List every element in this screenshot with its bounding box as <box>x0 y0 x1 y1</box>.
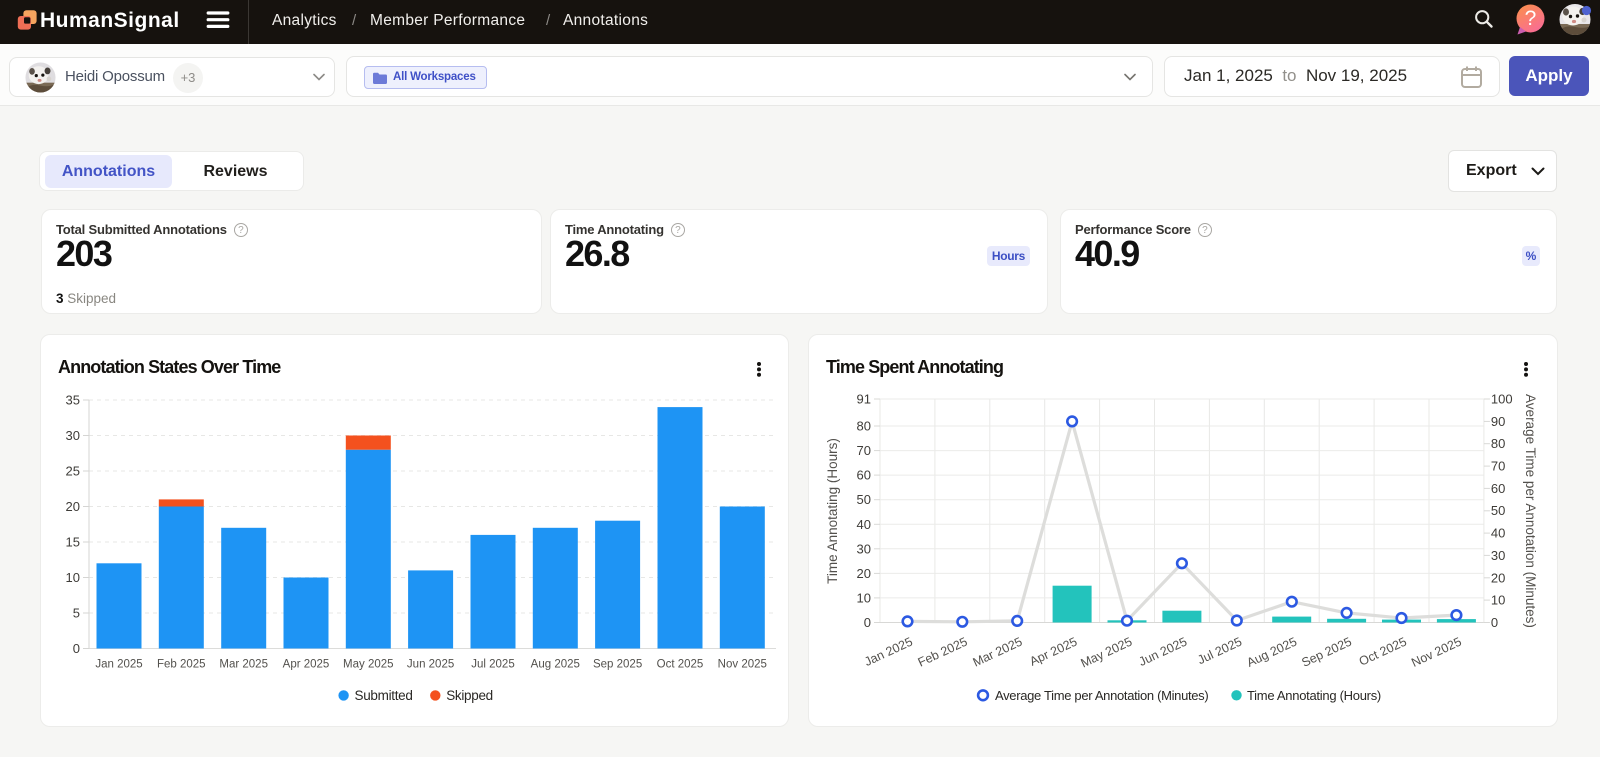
svg-text:50: 50 <box>857 492 871 507</box>
svg-text:Mar 2025: Mar 2025 <box>219 659 268 671</box>
svg-text:40: 40 <box>857 517 871 532</box>
svg-text:Aug 2025: Aug 2025 <box>1245 635 1299 670</box>
svg-text:35: 35 <box>66 393 80 408</box>
svg-text:0: 0 <box>73 641 80 656</box>
svg-text:Mar 2025: Mar 2025 <box>971 635 1025 670</box>
svg-text:Average Time per Annotation (M: Average Time per Annotation (Minutes) <box>995 688 1208 703</box>
svg-text:70: 70 <box>1491 459 1505 474</box>
svg-text:Sep 2025: Sep 2025 <box>1299 635 1353 670</box>
svg-text:10: 10 <box>66 570 80 585</box>
svg-text:5: 5 <box>73 606 80 621</box>
svg-text:60: 60 <box>857 468 871 483</box>
svg-text:Jul 2025: Jul 2025 <box>1195 635 1244 668</box>
svg-text:70: 70 <box>857 443 871 458</box>
svg-text:Apr 2025: Apr 2025 <box>1027 635 1079 669</box>
svg-text:Nov 2025: Nov 2025 <box>1409 635 1463 670</box>
svg-text:30: 30 <box>66 428 80 443</box>
svg-text:Jul 2025: Jul 2025 <box>471 659 514 671</box>
svg-text:25: 25 <box>66 464 80 479</box>
svg-text:91: 91 <box>857 392 871 407</box>
svg-text:Time Annotating (Hours): Time Annotating (Hours) <box>1247 688 1381 703</box>
svg-text:Average Time per Annotation (M: Average Time per Annotation (Minutes) <box>1523 394 1538 628</box>
svg-text:10: 10 <box>857 590 871 605</box>
svg-text:Oct 2025: Oct 2025 <box>657 659 704 671</box>
svg-text:40: 40 <box>1491 526 1505 541</box>
svg-text:Apr 2025: Apr 2025 <box>283 659 330 671</box>
svg-text:30: 30 <box>857 541 871 556</box>
svg-text:60: 60 <box>1491 481 1505 496</box>
svg-text:20: 20 <box>1491 570 1505 585</box>
svg-text:20: 20 <box>66 499 80 514</box>
svg-text:80: 80 <box>1491 436 1505 451</box>
svg-text:15: 15 <box>66 535 80 550</box>
svg-text:50: 50 <box>1491 503 1505 518</box>
svg-text:May 2025: May 2025 <box>343 659 394 671</box>
svg-text:0: 0 <box>864 615 871 630</box>
svg-text:Jan 2025: Jan 2025 <box>862 635 915 669</box>
svg-text:Time Annotating (Hours): Time Annotating (Hours) <box>825 438 840 584</box>
svg-text:Nov 2025: Nov 2025 <box>718 659 767 671</box>
svg-text:Feb 2025: Feb 2025 <box>157 659 206 671</box>
svg-text:Jan 2025: Jan 2025 <box>95 659 142 671</box>
svg-text:Skipped: Skipped <box>446 688 493 703</box>
svg-text:May 2025: May 2025 <box>1079 635 1135 671</box>
svg-text:100: 100 <box>1491 392 1513 407</box>
svg-text:Jun 2025: Jun 2025 <box>1137 635 1190 669</box>
svg-text:Sep 2025: Sep 2025 <box>593 659 642 671</box>
svg-text:Feb 2025: Feb 2025 <box>916 635 970 670</box>
svg-text:20: 20 <box>857 566 871 581</box>
svg-text:90: 90 <box>1491 414 1505 429</box>
svg-text:Aug 2025: Aug 2025 <box>531 659 580 671</box>
svg-text:?: ? <box>1525 7 1537 30</box>
svg-text:Jun 2025: Jun 2025 <box>407 659 454 671</box>
svg-text:0: 0 <box>1491 615 1498 630</box>
svg-text:10: 10 <box>1491 593 1505 608</box>
svg-text:Submitted: Submitted <box>355 688 413 703</box>
svg-text:30: 30 <box>1491 548 1505 563</box>
svg-text:80: 80 <box>857 419 871 434</box>
svg-text:Oct 2025: Oct 2025 <box>1357 635 1409 669</box>
